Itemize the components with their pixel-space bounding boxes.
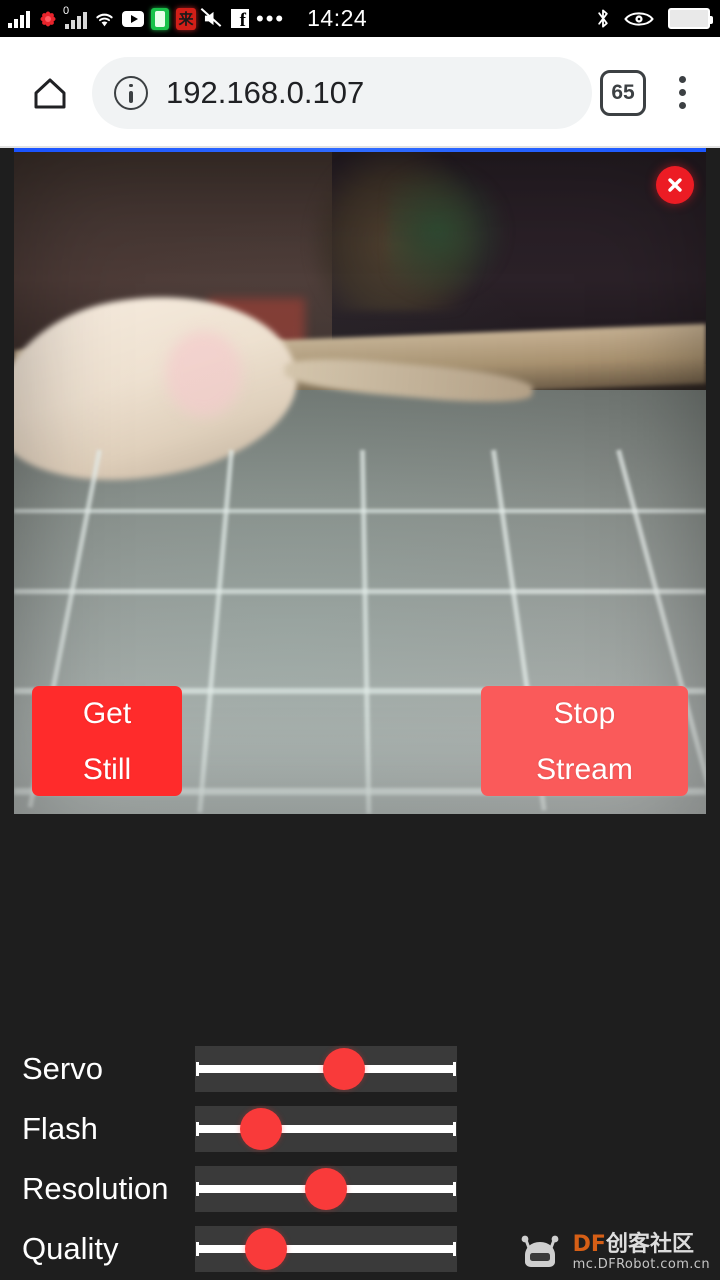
status-bar-left-icons: 0 来 •••: [0, 5, 286, 31]
battery-icon: [668, 8, 713, 29]
slider-min-tick: [196, 1242, 199, 1256]
get-still-label-line1: Get: [82, 697, 132, 730]
slider-min-tick: [196, 1122, 199, 1136]
phone-screen: 0 来 ••• 14:24: [0, 0, 720, 1280]
eye-care-icon: [624, 10, 654, 28]
watermark: DF创客社区 mc.DFRobot.com.cn: [516, 1232, 710, 1272]
wifi-icon: [94, 10, 115, 27]
slider-min-tick: [196, 1182, 199, 1196]
close-icon: [668, 178, 682, 192]
slider-thumb-quality[interactable]: [244, 1228, 287, 1270]
youtube-icon: [122, 10, 144, 27]
slider-thumb-servo[interactable]: [323, 1048, 366, 1090]
slider-thumb-resolution[interactable]: [305, 1168, 347, 1210]
tab-counter-button[interactable]: 65: [600, 69, 646, 116]
slider-flash[interactable]: [195, 1106, 457, 1152]
slider-label-servo: Servo: [22, 1051, 103, 1086]
stop-stream-label-line1: Stop: [553, 697, 616, 730]
slider-track: [197, 1245, 455, 1253]
tab-counter-label: 65: [611, 80, 635, 104]
slider-quality[interactable]: [195, 1226, 457, 1272]
flower-app-icon: [37, 8, 58, 29]
slider-min-tick: [196, 1062, 199, 1076]
more-icons-icon: •••: [256, 5, 286, 31]
status-bar-clock: 14:24: [307, 5, 368, 31]
slider-row-flash: Flash: [0, 1103, 720, 1155]
kebab-dot: [678, 89, 686, 96]
kebab-dot: [678, 102, 686, 109]
slider-max-tick: [453, 1182, 456, 1196]
red-app-icon: 来: [176, 7, 196, 30]
get-still-button[interactable]: Get Still: [32, 686, 182, 796]
home-button[interactable]: [14, 57, 86, 129]
watermark-brand-prefix: DF: [572, 1231, 606, 1257]
watermark-brand-suffix: 创客社区: [605, 1231, 694, 1257]
watermark-url: mc.DFRobot.com.cn: [572, 1256, 710, 1272]
android-status-bar: 0 来 ••• 14:24: [0, 0, 720, 37]
status-bar-right-icons: [596, 0, 713, 37]
address-bar[interactable]: 192.168.0.107: [92, 56, 592, 129]
robot-logo-icon: [521, 1235, 559, 1267]
cellular-signal-2-icon: 0: [63, 5, 87, 29]
slider-resolution[interactable]: [195, 1166, 457, 1212]
slider-servo[interactable]: [195, 1046, 457, 1092]
url-text: 192.168.0.107: [166, 74, 365, 110]
stop-stream-button[interactable]: Stop Stream: [481, 686, 688, 796]
slider-thumb-flash[interactable]: [239, 1108, 282, 1150]
slider-max-tick: [453, 1062, 456, 1076]
slider-row-resolution: Resolution: [0, 1163, 720, 1215]
browser-toolbar: 192.168.0.107 65: [0, 37, 720, 148]
site-info-icon[interactable]: [114, 75, 148, 110]
bluetooth-icon: [596, 8, 610, 29]
cellular-signal-icon: [8, 10, 30, 28]
facebook-icon: [231, 9, 249, 30]
slider-label-resolution: Resolution: [22, 1171, 169, 1206]
mute-icon: [203, 9, 224, 28]
slider-max-tick: [453, 1242, 456, 1256]
slider-label-quality: Quality: [22, 1231, 119, 1266]
watermark-brand: DF创客社区: [573, 1233, 710, 1256]
slider-label-flash: Flash: [22, 1111, 98, 1146]
browser-menu-button[interactable]: [654, 57, 710, 129]
slider-row-servo: Servo: [0, 1043, 720, 1095]
close-stream-button[interactable]: [656, 166, 694, 204]
green-app-icon: [151, 7, 169, 30]
home-icon: [34, 78, 66, 108]
get-still-label-line2: Still: [82, 753, 132, 786]
slider-track: [197, 1125, 455, 1133]
slider-max-tick: [453, 1122, 456, 1136]
kebab-dot: [678, 76, 686, 83]
page-body: Get Still Stop Stream Servo Flash Resoluti…: [0, 148, 720, 1280]
stop-stream-label-line2: Stream: [536, 753, 633, 786]
